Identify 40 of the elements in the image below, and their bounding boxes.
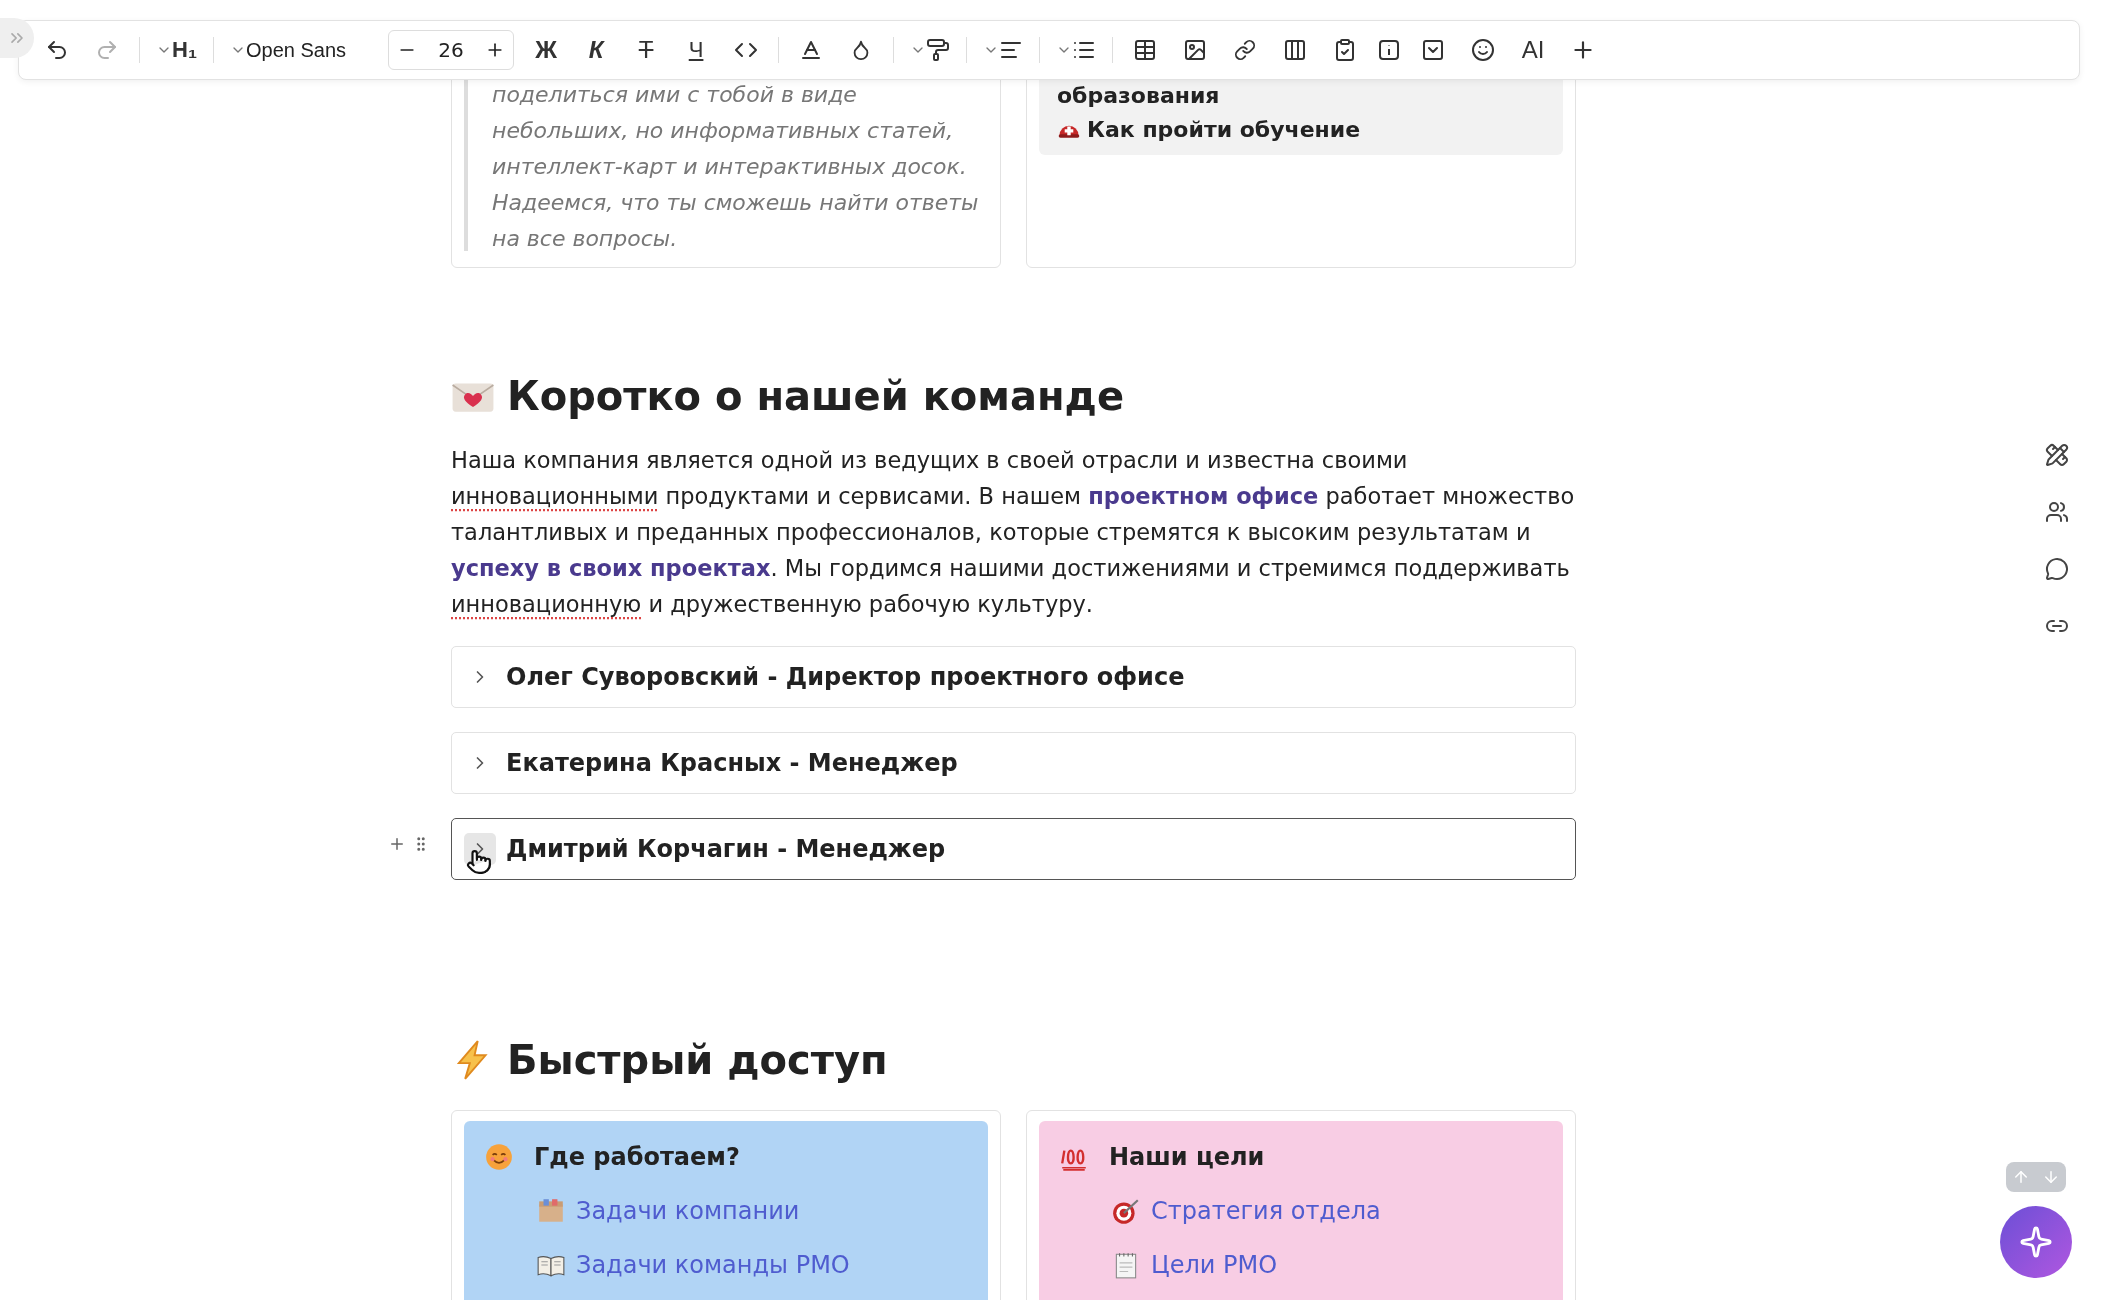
hand-cursor-icon: [466, 849, 492, 875]
page-link[interactable]: Задачи компании: [576, 1197, 800, 1225]
link-icon: [1234, 39, 1257, 61]
accordion-title: Екатерина Красных - Менеджер: [506, 749, 958, 777]
ai-button[interactable]: AI: [1515, 32, 1552, 68]
accordion-title: Олег Суворовский - Директор проектного офисе: [506, 663, 1185, 691]
accordion-item[interactable]: Олег Суворовский - Директор проектного офисе: [451, 646, 1576, 708]
page-link[interactable]: Задачи команды PMO: [576, 1251, 850, 1279]
smile-icon: [1471, 38, 1496, 62]
columns-icon: [1283, 38, 1308, 62]
card-heading: образования: [1057, 82, 1221, 110]
undo-icon: [45, 38, 69, 62]
image-icon: [1183, 38, 1208, 62]
card-title: Наши цели: [1109, 1143, 1265, 1171]
font-dropdown[interactable]: Open Sans: [228, 32, 375, 68]
team-paragraph: Наша компания является одной из ведущих в своей отрасли и известна своими инновационными продуктами и сервисами. В нашем проектном офисе работает множество талантливых и преданных профессионалов, которые стремятся к высоким результатам и успеху в своих проектах. Мы гордимся нашими достижениями и стремимся поддерживать инновационную и дружественную рабочую культуру.: [451, 446, 1576, 619]
accordion-title: Дмитрий Корчагин - Менеджер: [506, 835, 946, 863]
pencil-ruler-icon[interactable]: [2045, 443, 2069, 467]
users-icon[interactable]: [2045, 500, 2069, 524]
training-link[interactable]: Как пройти обучение: [1087, 117, 1361, 142]
table-icon: [1133, 38, 1158, 62]
redo-icon: [95, 38, 119, 62]
card-title: Где работаем?: [534, 1143, 740, 1171]
sparkle-icon: [2019, 1225, 2053, 1259]
page-link[interactable]: Стратегия отдела: [1151, 1197, 1381, 1225]
square-chevron-down-icon: [1421, 38, 1446, 62]
info-icon[interactable]: [1377, 38, 1402, 62]
paint-roller-icon: [926, 38, 951, 62]
add-block-icon: [388, 835, 406, 853]
font-size-value: 26: [438, 38, 464, 62]
text-link[interactable]: успеху в своих проектах: [451, 555, 771, 581]
font-size-stepper[interactable]: 26: [388, 30, 515, 70]
accordion-item[interactable]: Екатерина Красных - Менеджер: [451, 732, 1576, 794]
heading-style-dropdown[interactable]: H₁: [154, 32, 199, 68]
section-heading: Коротко о нашей команде: [507, 373, 1124, 419]
page-link[interactable]: Цели PMO: [1151, 1251, 1278, 1279]
text-link[interactable]: проектном офисе: [1088, 483, 1319, 509]
smiling-face-icon: [484, 1142, 514, 1172]
comment-icon[interactable]: [2045, 557, 2069, 581]
section-heading: Быстрый доступ: [507, 1037, 888, 1083]
